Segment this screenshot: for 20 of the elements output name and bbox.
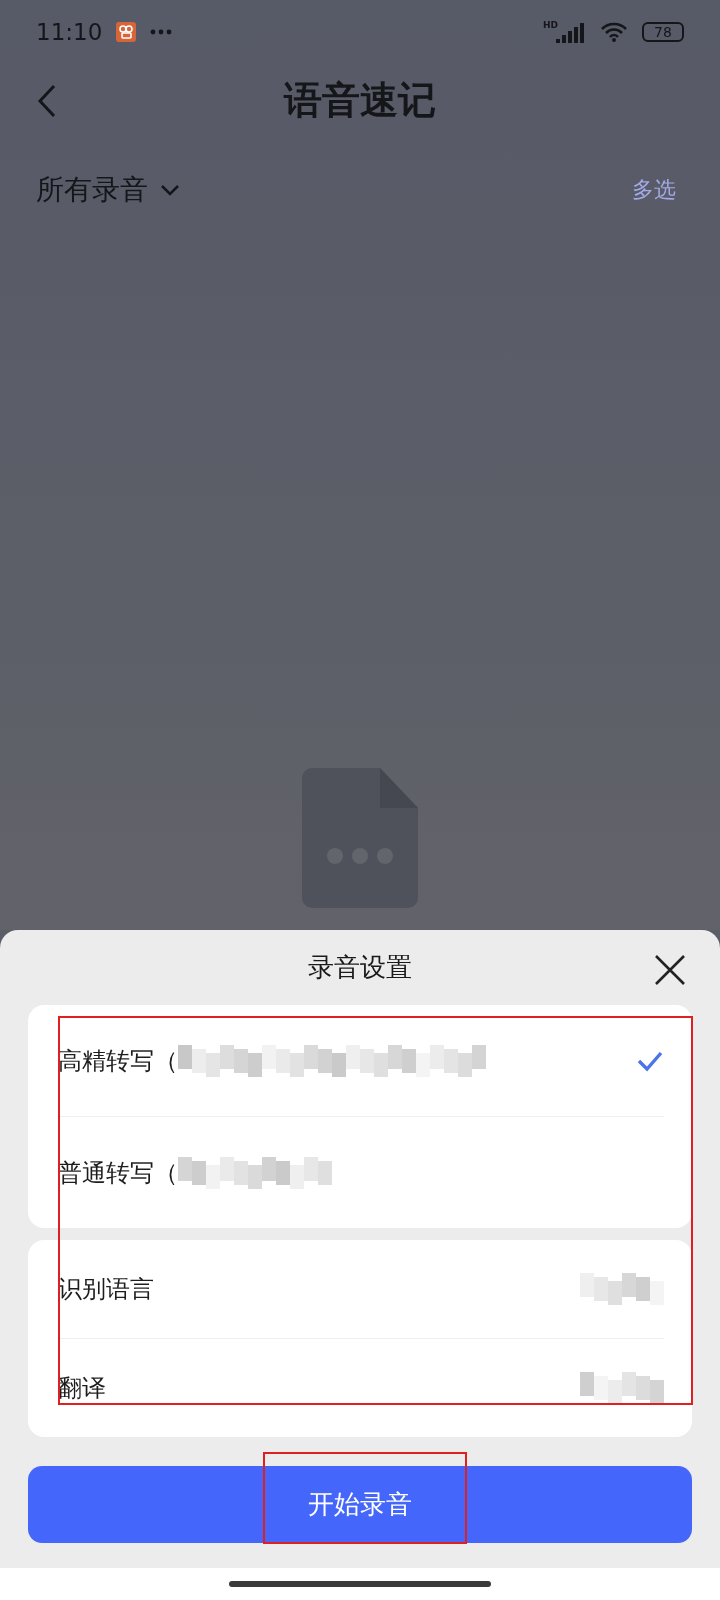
mode-label: 高精转写（	[58, 1045, 178, 1077]
setting-label: 识别语言	[58, 1274, 154, 1305]
battery-icon: 78	[642, 22, 684, 42]
setting-row[interactable]: 翻译	[58, 1339, 664, 1437]
sheet-title: 录音设置	[308, 951, 412, 984]
network-label: HD	[543, 20, 558, 30]
app-notification-icon	[116, 22, 137, 42]
setting-label: 翻译	[58, 1373, 106, 1404]
start-recording-button[interactable]: 开始录音	[28, 1466, 692, 1543]
signal-icon	[556, 21, 586, 43]
setting-row[interactable]: 识别语言	[58, 1240, 664, 1339]
more-icon	[150, 29, 173, 35]
status-time: 11:10	[36, 19, 103, 45]
check-icon	[636, 1049, 664, 1072]
empty-file-icon	[302, 768, 418, 908]
wifi-icon	[600, 21, 628, 43]
mode-label: 普通转写（	[58, 1157, 178, 1189]
back-icon[interactable]	[36, 84, 58, 118]
chevron-down-icon[interactable]	[160, 184, 180, 196]
page-title: 语音速记	[284, 76, 436, 124]
